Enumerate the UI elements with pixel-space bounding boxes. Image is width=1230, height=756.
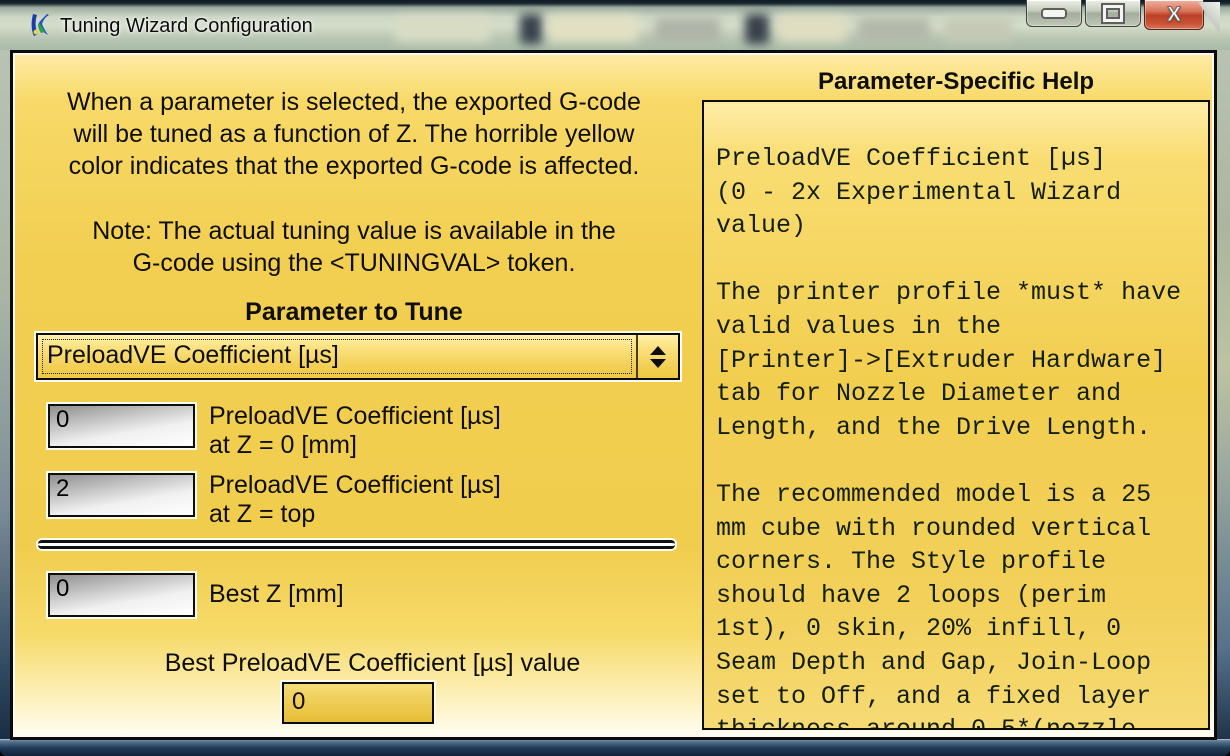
window-frame-right bbox=[1217, 50, 1230, 756]
titlebar-blur-blob bbox=[945, 18, 1011, 42]
close-icon: X bbox=[1167, 5, 1181, 25]
titlebar-blur-blob bbox=[745, 14, 769, 44]
titlebar-blur-blob bbox=[548, 16, 638, 42]
best-z-input[interactable] bbox=[48, 573, 195, 617]
caption-buttons: X bbox=[1026, 0, 1204, 30]
parameter-select[interactable]: PreloadVE Coefficient [µs] bbox=[36, 333, 680, 380]
focus-outline bbox=[42, 339, 632, 374]
note-text: Note: The actual tuning value is availab… bbox=[15, 215, 693, 279]
best-z-label: Best Z [mm] bbox=[209, 580, 344, 609]
titlebar-blur-blob bbox=[778, 16, 846, 42]
chevron-up-icon bbox=[650, 346, 666, 355]
section-divider bbox=[38, 540, 675, 549]
z0-coefficient-input[interactable] bbox=[48, 404, 195, 448]
parameter-to-tune-heading: Parameter to Tune bbox=[15, 298, 693, 327]
best-value-box: 0 bbox=[282, 682, 434, 724]
maximize-button[interactable] bbox=[1085, 0, 1141, 27]
window-frame-bottom bbox=[0, 739, 1230, 756]
maximize-icon bbox=[1103, 5, 1123, 22]
titlebar-blur-blob bbox=[655, 18, 720, 42]
titlebar[interactable]: Tuning Wizard Configuration X bbox=[0, 0, 1230, 50]
intro-text: When a parameter is selected, the export… bbox=[15, 86, 693, 182]
minimize-icon bbox=[1043, 10, 1065, 17]
close-button[interactable]: X bbox=[1144, 0, 1204, 30]
select-spinner-arrows-icon[interactable] bbox=[636, 335, 678, 378]
ztop-coefficient-input[interactable] bbox=[48, 473, 195, 517]
kisslicer-logo-icon bbox=[27, 12, 53, 38]
z0-coefficient-label: PreloadVE Coefficient [µs] at Z = 0 [mm] bbox=[209, 402, 501, 460]
tuning-wizard-window: Tuning Wizard Configuration X When a par… bbox=[0, 0, 1230, 756]
titlebar-blur-blob bbox=[858, 18, 930, 42]
help-heading: Parameter-Specific Help bbox=[702, 68, 1210, 96]
window-frame-left bbox=[0, 50, 10, 756]
titlebar-blur-blob bbox=[520, 14, 542, 44]
help-text: PreloadVE Coefficient [µs] (0 - 2x Exper… bbox=[716, 142, 1202, 730]
window-title: Tuning Wizard Configuration bbox=[60, 15, 313, 38]
minimize-button[interactable] bbox=[1026, 0, 1082, 27]
chevron-down-icon bbox=[650, 359, 666, 368]
titlebar-blur-blob bbox=[395, 16, 490, 42]
help-textbox[interactable]: PreloadVE Coefficient [µs] (0 - 2x Exper… bbox=[702, 100, 1210, 730]
best-value-label: Best PreloadVE Coefficient [µs] value bbox=[35, 649, 710, 678]
ztop-coefficient-label: PreloadVE Coefficient [µs] at Z = top bbox=[209, 471, 501, 529]
client-area: When a parameter is selected, the export… bbox=[10, 50, 1217, 740]
